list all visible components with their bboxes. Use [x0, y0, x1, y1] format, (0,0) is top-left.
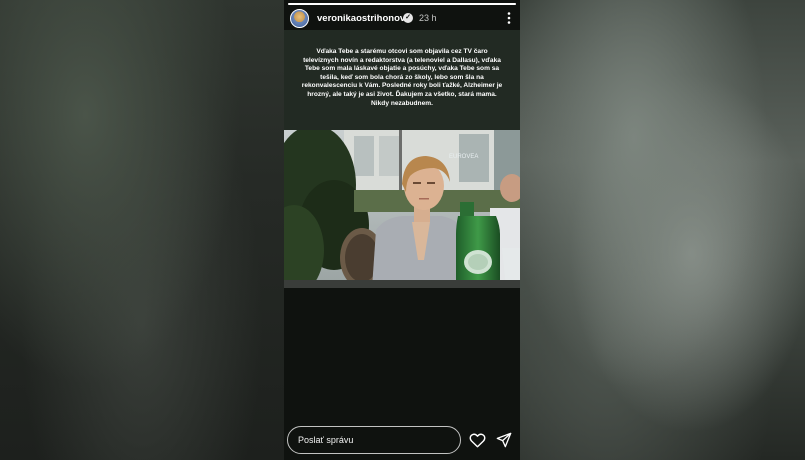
- reply-bar: [287, 425, 517, 455]
- send-icon[interactable]: [496, 432, 512, 448]
- photo-illustration: EUROVEA: [284, 130, 520, 288]
- story-progress-bar: [288, 3, 516, 5]
- username[interactable]: veronikaostrihonova: [317, 13, 410, 24]
- avatar[interactable]: [290, 9, 309, 28]
- timestamp: 23 h: [419, 13, 437, 23]
- blurred-backdrop-left: [0, 0, 284, 460]
- story-viewer: veronikaostrihonova ✓ 23 h Vďaka Tebe a …: [0, 0, 805, 460]
- story-progress-fill: [288, 3, 516, 5]
- blurred-backdrop-right: [520, 0, 805, 460]
- verified-badge-icon: ✓: [403, 13, 413, 23]
- story-caption: Vďaka Tebe a starému otcovi som objavila…: [301, 48, 503, 107]
- send-message-input[interactable]: [287, 426, 461, 454]
- story-header: veronikaostrihonova ✓ 23 h: [290, 9, 514, 29]
- building-sign-text: EUROVEA: [449, 154, 478, 160]
- more-vertical-icon[interactable]: [505, 11, 513, 25]
- story-photo: EUROVEA: [284, 130, 520, 288]
- caption-area: Vďaka Tebe a starému otcovi som objavila…: [284, 30, 520, 130]
- heart-icon[interactable]: [469, 432, 486, 448]
- story-frame[interactable]: veronikaostrihonova ✓ 23 h Vďaka Tebe a …: [284, 0, 520, 460]
